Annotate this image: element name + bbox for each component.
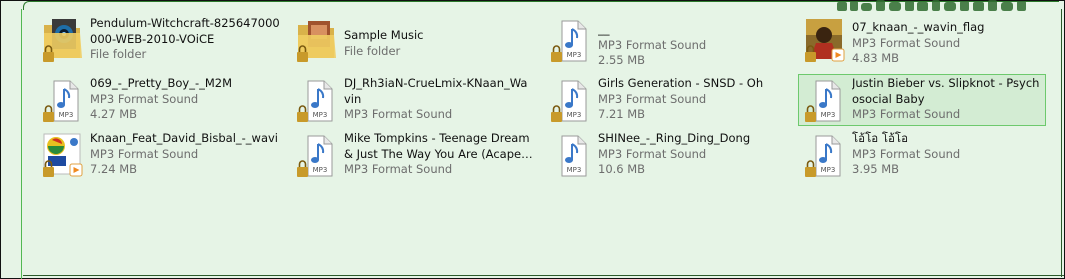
item-size: 2.55 MB bbox=[598, 53, 646, 67]
item-name: Girls Generation - SNSD - Oh bbox=[598, 76, 764, 90]
item-name: Mike Tompkins - Teenage Dream & Just The… bbox=[344, 131, 530, 161]
file-item-pendulum-folder[interactable]: Pendulum-Witchcraft-825647000000-WEB-201… bbox=[36, 14, 284, 66]
mp3-file-icon: MP3 bbox=[548, 15, 596, 65]
item-size: 7.21 MB bbox=[598, 107, 646, 121]
item-name: SHINee_-_Ring_Ding_Dong bbox=[598, 131, 751, 145]
mp3-file-icon: MP3 bbox=[802, 130, 850, 180]
album-art-knaan-icon bbox=[802, 15, 850, 65]
item-name: Pendulum-Witchcraft-825647000000-WEB-201… bbox=[90, 16, 280, 46]
mp3-file-icon: MP3 bbox=[40, 75, 88, 125]
file-item-dj-rh3ian[interactable]: MP3 DJ_Rh3iaN-CrueLmix-KNaan_Wavin MP3 F… bbox=[290, 74, 538, 126]
svg-text:MP3: MP3 bbox=[567, 111, 582, 119]
item-size: 7.24 MB bbox=[90, 162, 138, 176]
file-item-shinee-ring-ding-dong[interactable]: MP3 SHINee_-_Ring_Ding_Dong MP3 Format S… bbox=[544, 129, 792, 181]
file-item-blank-mp3[interactable]: MP3 __ MP3 Format Sound 2.55 MB bbox=[544, 14, 792, 67]
item-size: 4.27 MB bbox=[90, 107, 138, 121]
item-name: Knaan_Feat_David_Bisbal_-_wavi bbox=[90, 131, 279, 145]
folder-webcam-thumbnail-icon bbox=[40, 15, 88, 65]
item-type: MP3 Format Sound bbox=[598, 37, 707, 52]
item-type: MP3 Format Sound bbox=[852, 146, 961, 161]
item-type: MP3 Format Sound bbox=[90, 146, 199, 161]
mp3-file-icon: MP3 bbox=[294, 130, 342, 180]
svg-text:MP3: MP3 bbox=[313, 166, 328, 174]
file-item-knaan-bisbal[interactable]: Knaan_Feat_David_Bisbal_-_wavi MP3 Forma… bbox=[36, 129, 284, 181]
mp3-file-icon: MP3 bbox=[548, 75, 596, 125]
svg-text:MP3: MP3 bbox=[821, 166, 836, 174]
file-item-girls-generation[interactable]: MP3 Girls Generation - SNSD - Oh MP3 For… bbox=[544, 74, 792, 126]
mp3-file-icon: MP3 bbox=[802, 75, 850, 125]
file-item-knaan-wavin-flag[interactable]: 07_knaan_-_wavin_flag MP3 Format Sound 4… bbox=[798, 14, 1046, 66]
right-border bbox=[1061, 9, 1062, 277]
file-item-mike-tompkins[interactable]: MP3 Mike Tompkins - Teenage Dream & Just… bbox=[290, 129, 538, 181]
file-item-pretty-boy[interactable]: MP3 069_-_Pretty_Boy_-_M2M MP3 Format So… bbox=[36, 74, 284, 126]
item-type: MP3 Format Sound bbox=[852, 107, 961, 121]
item-type: File folder bbox=[344, 43, 401, 58]
item-name: โอ้โอ โอ้โอ bbox=[852, 131, 908, 145]
explorer-window: Pendulum-Witchcraft-825647000000-WEB-201… bbox=[0, 0, 1065, 279]
item-name: Sample Music bbox=[344, 28, 424, 42]
item-size: 4.83 MB bbox=[852, 51, 900, 65]
item-type: MP3 Format Sound bbox=[598, 146, 707, 161]
svg-text:MP3: MP3 bbox=[59, 111, 74, 119]
file-item-justin-bieber-slipknot[interactable]: MP3 Justin Bieber vs. Slipknot - Psychos… bbox=[798, 74, 1046, 126]
item-type: MP3 Format Sound bbox=[344, 162, 453, 176]
item-type: MP3 Format Sound bbox=[90, 91, 199, 106]
watermark-graphic bbox=[837, 0, 1037, 13]
item-name: DJ_Rh3iaN-CrueLmix-KNaan_Wavin bbox=[344, 76, 528, 106]
item-type: File folder bbox=[90, 47, 147, 61]
item-name: 07_knaan_-_wavin_flag bbox=[852, 20, 985, 34]
svg-text:MP3: MP3 bbox=[567, 51, 582, 59]
file-item-thai-title[interactable]: MP3 โอ้โอ โอ้โอ MP3 Format Sound 3.95 MB bbox=[798, 129, 1046, 181]
mp3-file-icon: MP3 bbox=[548, 130, 596, 180]
bottom-border bbox=[23, 275, 1064, 276]
item-type: MP3 Format Sound bbox=[344, 107, 453, 121]
item-size: 10.6 MB bbox=[598, 162, 646, 176]
folder-album-art-icon bbox=[294, 15, 342, 65]
svg-text:MP3: MP3 bbox=[313, 111, 328, 119]
mp3-file-icon: MP3 bbox=[294, 75, 342, 125]
svg-text:MP3: MP3 bbox=[567, 166, 582, 174]
item-type: MP3 Format Sound bbox=[598, 91, 707, 106]
item-size: 3.95 MB bbox=[852, 162, 900, 176]
item-type: MP3 Format Sound bbox=[852, 35, 961, 50]
left-border bbox=[21, 9, 22, 279]
album-art-worldcup-icon bbox=[40, 130, 88, 180]
item-name: 069_-_Pretty_Boy_-_M2M bbox=[90, 76, 232, 90]
item-name: __ bbox=[598, 22, 610, 36]
svg-text:MP3: MP3 bbox=[821, 111, 836, 119]
file-item-sample-music-folder[interactable]: Sample Music File folder bbox=[290, 14, 538, 66]
item-name: Justin Bieber vs. Slipknot - Psychosocia… bbox=[852, 76, 1040, 106]
